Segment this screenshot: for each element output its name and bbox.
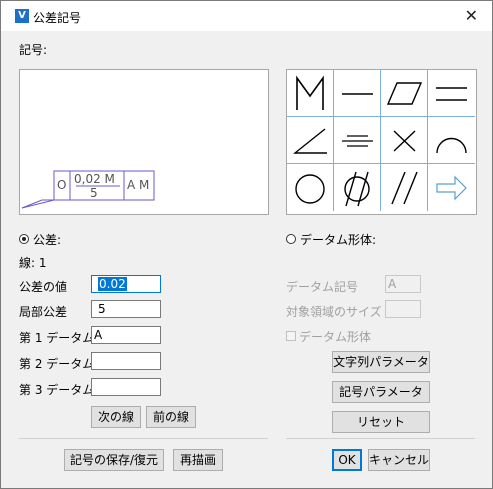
arc-profile-icon[interactable] — [428, 117, 475, 164]
preview-frame-top: 0,02 M — [74, 172, 115, 186]
preview-drawing — [21, 170, 155, 209]
separator-right — [286, 438, 475, 439]
datum2-label: 第 2 データム — [19, 357, 95, 371]
symbol-params-button[interactable]: 記号パラメータ — [332, 381, 430, 403]
tolerance-value-label: 公差の値 — [19, 280, 68, 294]
preview-frame-circle: O — [57, 178, 67, 192]
datum-symbol-input[interactable]: A — [385, 275, 421, 293]
tolerance-dialog: V 公差記号 ✕ 記号: O 0,02 M 5 A M 公差: 線: 1 公差の… — [0, 0, 493, 489]
prev-line-button[interactable]: 前の線 — [146, 406, 196, 428]
window-title: 公差記号 — [33, 11, 82, 25]
symmetry-icon[interactable] — [334, 117, 381, 164]
datum3-input[interactable] — [91, 378, 161, 396]
preview-frame-bottom: 5 — [90, 186, 98, 200]
string-params-button[interactable]: 文字列パラメータ — [332, 351, 430, 373]
datum3-label: 第 3 データム — [19, 383, 95, 397]
cancel-button[interactable]: キャンセル — [368, 449, 430, 471]
separator-left — [19, 438, 268, 439]
parallel-lines-icon[interactable] — [428, 70, 475, 117]
cross-icon[interactable] — [381, 117, 428, 164]
cylindricity-icon[interactable] — [334, 164, 381, 211]
datum1-label: 第 1 データム — [19, 331, 95, 345]
save-restore-button[interactable]: 記号の保存/復元 — [64, 449, 164, 471]
tolerance-value-input[interactable]: 0.02 — [91, 275, 161, 293]
preview-datum: A M — [127, 178, 150, 192]
local-tolerance-label: 局部公差 — [19, 305, 68, 319]
symbol-grid — [286, 69, 477, 215]
datum-feature-check-label: データム形体 — [299, 330, 372, 344]
next-line-button[interactable]: 次の線 — [91, 406, 141, 428]
title-bar: V 公差記号 ✕ — [1, 1, 492, 31]
datum1-input[interactable]: A — [91, 326, 161, 344]
symbol-preview: O 0,02 M 5 A M — [19, 69, 269, 215]
local-tolerance-input[interactable]: 5 — [91, 300, 161, 318]
arrow-icon[interactable] — [428, 164, 475, 211]
angularity-icon[interactable] — [287, 117, 334, 164]
symbol-label: 記号: — [19, 43, 48, 57]
datum2-input[interactable] — [91, 352, 161, 370]
datum-symbol-label: データム記号 — [286, 280, 359, 294]
tolerance-value-text: 0.02 — [98, 277, 127, 291]
double-slash-icon[interactable] — [381, 164, 428, 211]
max-material-icon[interactable] — [287, 70, 334, 117]
line-number-label: 線: 1 — [19, 256, 47, 270]
ok-button[interactable]: OK — [332, 449, 362, 471]
reset-button[interactable]: リセット — [332, 411, 430, 433]
redraw-button[interactable]: 再描画 — [173, 449, 223, 471]
target-size-input[interactable] — [385, 300, 421, 318]
flatness-icon[interactable] — [381, 70, 428, 117]
circularity-icon[interactable] — [287, 164, 334, 211]
tolerance-radio[interactable] — [19, 234, 29, 244]
datum-feature-radio-label: データム形体: — [300, 233, 377, 247]
datum-feature-radio[interactable] — [286, 234, 296, 244]
straightness-icon[interactable] — [334, 70, 381, 117]
datum-feature-checkbox[interactable] — [286, 331, 296, 341]
close-icon[interactable]: ✕ — [465, 6, 478, 25]
target-size-label: 対象領域のサイズ — [286, 305, 382, 319]
tolerance-radio-label: 公差: — [33, 233, 62, 247]
app-icon: V — [15, 9, 29, 23]
